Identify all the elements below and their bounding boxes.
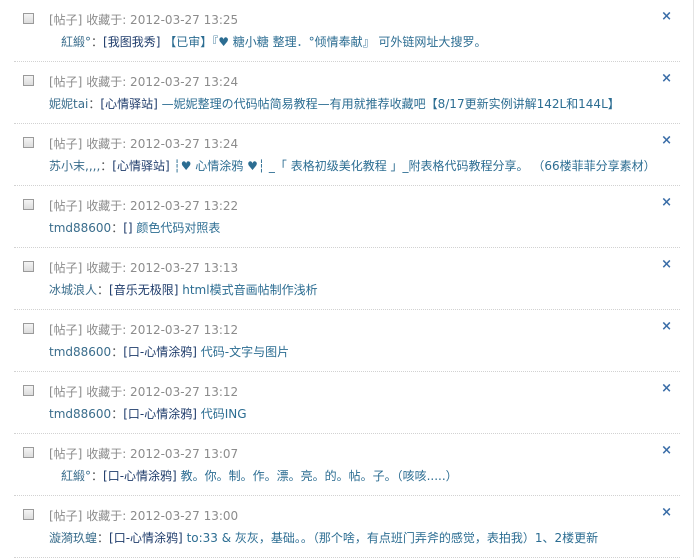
select-checkbox[interactable] [23,447,34,458]
author-link[interactable]: tmd88600 [49,407,111,421]
favorites-list: [帖子] 收藏于: 2012-03-27 13:25 × 紅緞°：[我图我秀] … [14,0,680,558]
item-meta: [帖子] 收藏于: 2012-03-27 13:00 [49,509,239,523]
item-line: 紅緞°：[口-心情涂鸦] 教。你。制。作。漂。亮。的。帖。子。（咳咳.....） [61,467,458,484]
item-meta: [帖子] 收藏于: 2012-03-27 13:24 [49,137,239,151]
select-checkbox[interactable] [23,261,34,272]
forum-link[interactable]: [我图我秀] [103,35,160,49]
forum-link[interactable]: [口-心情涂鸦] [103,469,177,483]
forum-link[interactable]: [口-心情涂鸦] [123,407,197,421]
item-meta: [帖子] 收藏于: 2012-03-27 13:12 [49,323,239,337]
delete-icon[interactable]: × [661,195,672,210]
forum-link[interactable]: [音乐无极限] [109,283,178,297]
delete-icon[interactable]: × [661,71,672,86]
delete-icon[interactable]: × [661,319,672,334]
item-line: tmd88600：[口-心情涂鸦] 代码ING [49,405,247,422]
separator: ： [111,221,124,235]
favorite-item: [帖子] 收藏于: 2012-03-27 13:24 × 苏小末,,,,：[心情… [14,124,680,186]
forum-link[interactable]: [口-心情涂鸦] [109,531,183,545]
delete-icon[interactable]: × [661,381,672,396]
post-title-link[interactable]: 教。你。制。作。漂。亮。的。帖。子。（咳咳.....） [181,469,458,483]
select-checkbox[interactable] [23,199,34,210]
separator: ： [111,407,124,421]
item-meta: [帖子] 收藏于: 2012-03-27 13:25 [49,13,239,27]
item-meta: [帖子] 收藏于: 2012-03-27 13:24 [49,75,239,89]
select-checkbox[interactable] [23,75,34,86]
item-meta: [帖子] 收藏于: 2012-03-27 13:13 [49,261,239,275]
select-checkbox[interactable] [23,509,34,520]
item-line: 苏小末,,,,：[心情驿站] ┆♥ 心情涂鸦 ♥┆ _「 表格初级美化教程 」_… [49,157,656,174]
separator: ： [100,159,113,173]
favorite-item: [帖子] 收藏于: 2012-03-27 13:12 × tmd88600：[口… [14,372,680,434]
post-title-link[interactable]: 颜色代码对照表 [136,221,220,235]
separator: ： [111,345,124,359]
favorite-item: [帖子] 收藏于: 2012-03-27 13:24 × 妮妮tai：[心情驿站… [14,62,680,124]
post-title-link[interactable]: 代码-文字与图片 [201,345,289,359]
post-title-link[interactable]: ┆♥ 心情涂鸦 ♥┆ _「 表格初级美化教程 」_附表格代码教程分享。 （66楼… [173,159,655,173]
favorite-item: [帖子] 收藏于: 2012-03-27 13:25 × 紅緞°：[我图我秀] … [14,0,680,62]
delete-icon[interactable]: × [661,9,672,24]
post-title-link[interactable]: html模式音画帖制作浅析 [182,283,317,297]
delete-icon[interactable]: × [661,443,672,458]
item-line: 冰城浪人：[音乐无极限] html模式音画帖制作浅析 [49,281,318,298]
select-checkbox[interactable] [23,323,34,334]
author-link[interactable]: 妮妮tai [49,97,88,111]
select-checkbox[interactable] [23,385,34,396]
item-line: 漩漪玖蝗：[口-心情涂鸦] to:33 & 灰灰，基础。。（那个啥，有点班门弄斧… [49,529,598,546]
favorite-item: [帖子] 收藏于: 2012-03-27 13:22 × tmd88600：[]… [14,186,680,248]
item-meta: [帖子] 收藏于: 2012-03-27 13:07 [49,447,239,461]
item-line: 妮妮tai：[心情驿站] —妮妮整理の代码帖简易教程—有用就推荐收藏吧【8/17… [49,95,620,112]
separator: ： [88,97,101,111]
post-title-link[interactable]: —妮妮整理の代码帖简易教程—有用就推荐收藏吧【8/17更新实例讲解142L和14… [162,97,620,111]
right-scroll-border [693,0,694,557]
favorite-item: [帖子] 收藏于: 2012-03-27 13:13 × 冰城浪人：[音乐无极限… [14,248,680,310]
favorite-item: [帖子] 收藏于: 2012-03-27 13:12 × tmd88600：[口… [14,310,680,372]
author-link[interactable]: 紅緞° [61,469,91,483]
author-link[interactable]: tmd88600 [49,221,111,235]
post-title-link[interactable]: to:33 & 灰灰，基础。。（那个啥，有点班门弄斧的感觉，表拍我）1、2楼更新 [187,531,599,545]
select-checkbox[interactable] [23,13,34,24]
select-checkbox[interactable] [23,137,34,148]
author-link[interactable]: 紅緞° [61,35,91,49]
forum-link[interactable]: [心情驿站] [100,97,157,111]
delete-icon[interactable]: × [661,133,672,148]
separator: ： [97,531,110,545]
item-meta: [帖子] 收藏于: 2012-03-27 13:22 [49,199,239,213]
post-title-link[interactable]: 代码ING [201,407,247,421]
separator: ： [91,469,104,483]
separator: ： [91,35,104,49]
item-meta: [帖子] 收藏于: 2012-03-27 13:12 [49,385,239,399]
favorite-item: [帖子] 收藏于: 2012-03-27 13:00 × 漩漪玖蝗：[口-心情涂… [14,496,680,558]
author-link[interactable]: 苏小末,,,, [49,159,100,173]
delete-icon[interactable]: × [661,505,672,520]
item-line: tmd88600：[口-心情涂鸦] 代码-文字与图片 [49,343,289,360]
item-line: 紅緞°：[我图我秀] 【已审】『♥ 糖小糖 整理．°倾情奉献』 可外链网址大搜罗… [61,33,486,50]
post-title-link[interactable]: 【已审】『♥ 糖小糖 整理．°倾情奉献』 可外链网址大搜罗。 [164,35,486,49]
item-line: tmd88600：[] 颜色代码对照表 [49,219,220,236]
forum-link[interactable]: [心情驿站] [112,159,169,173]
forum-link[interactable]: [] [123,221,132,235]
author-link[interactable]: 冰城浪人 [49,283,97,297]
delete-icon[interactable]: × [661,257,672,272]
separator: ： [97,283,110,297]
favorite-item: [帖子] 收藏于: 2012-03-27 13:07 × 紅緞°：[口-心情涂鸦… [14,434,680,496]
forum-link[interactable]: [口-心情涂鸦] [123,345,197,359]
author-link[interactable]: 漩漪玖蝗 [49,531,97,545]
author-link[interactable]: tmd88600 [49,345,111,359]
